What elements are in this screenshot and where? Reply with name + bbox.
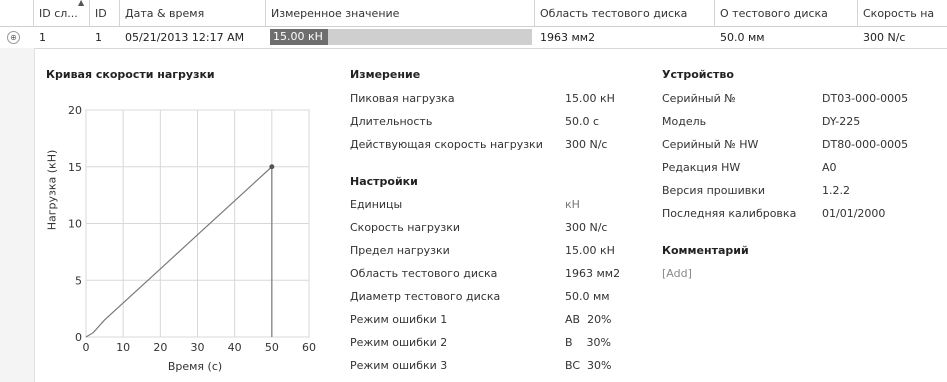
measurement-value: 50.0 с bbox=[565, 115, 600, 128]
chart-series-line bbox=[85, 165, 273, 338]
chart-y-tick-label: 20 bbox=[68, 104, 82, 117]
chart-x-tick-label: 60 bbox=[302, 341, 316, 354]
measurement-value: 15.00 кН bbox=[565, 92, 615, 105]
chart-x-tick-label: 30 bbox=[191, 341, 205, 354]
measurement-label: Действующая скорость нагрузки bbox=[350, 138, 543, 151]
settings-label: Скорость нагрузки bbox=[350, 221, 461, 234]
grid-header: ▲ ID сл... ID Дата & время Измеренное зн… bbox=[0, 0, 947, 27]
chart-y-tick-label: 10 bbox=[68, 218, 82, 231]
chart-peak-marker bbox=[269, 164, 275, 170]
device-label: Редакция HW bbox=[662, 161, 741, 174]
cell-rate: 300 N/c bbox=[863, 31, 906, 44]
chart-x-axis-label: Время (с) bbox=[167, 360, 223, 373]
chart-y-tick-label: 0 bbox=[75, 331, 82, 344]
device-title: Устройство bbox=[662, 68, 734, 81]
settings-label: Предел нагрузки bbox=[350, 244, 450, 257]
chart-x-tick-label: 0 bbox=[83, 341, 90, 354]
chart-y-axis-label: Нагрузка (кН) bbox=[45, 149, 59, 231]
settings-label: Единицы bbox=[350, 198, 403, 211]
settings-value: 1963 мм2 bbox=[565, 267, 621, 280]
device-value: 01/01/2000 bbox=[822, 207, 886, 220]
measurement-label: Пиковая нагрузка bbox=[350, 92, 455, 105]
detail-gutter bbox=[0, 48, 35, 382]
settings-label: Режим ошибки 2 bbox=[350, 336, 448, 349]
cell-datetime: 05/21/2013 12:17 AM bbox=[125, 31, 245, 44]
column-header-id-sl[interactable]: ▲ ID сл... bbox=[34, 0, 90, 26]
device-value: A0 bbox=[822, 161, 837, 174]
device-value: DT80-000-0005 bbox=[822, 138, 909, 151]
comment-title: Комментарий bbox=[662, 244, 749, 257]
chart-x-tick-label: 50 bbox=[265, 341, 279, 354]
cell-id: 1 bbox=[95, 31, 102, 44]
settings-value: кН bbox=[565, 198, 580, 211]
column-header-datetime[interactable]: Дата & время bbox=[120, 0, 266, 26]
measurement-title: Измерение bbox=[350, 68, 421, 81]
column-header-id[interactable]: ID bbox=[90, 0, 120, 26]
device-value: DY-225 bbox=[822, 115, 861, 128]
chart-x-tick-label: 10 bbox=[116, 341, 130, 354]
device-value: 1.2.2 bbox=[822, 184, 850, 197]
settings-value: 15.00 кН bbox=[565, 244, 615, 257]
column-header-measured-value[interactable]: Измеренное значение bbox=[266, 0, 535, 26]
settings-value: BC 30% bbox=[565, 359, 612, 372]
device-label: Модель bbox=[662, 115, 707, 128]
device-label: Версия прошивки bbox=[662, 184, 766, 197]
device-label: Последняя калибровка bbox=[662, 207, 797, 220]
settings-value: B 30% bbox=[565, 336, 611, 349]
settings-label: Диаметр тестового диска bbox=[350, 290, 501, 303]
settings-value: AB 20% bbox=[565, 313, 612, 326]
cell-measured-value: 15.00 кН bbox=[273, 30, 323, 43]
settings-title: Настройки bbox=[350, 175, 418, 188]
settings-label: Область тестового диска bbox=[350, 267, 498, 280]
cell-area: 1963 мм2 bbox=[540, 31, 596, 44]
device-value: DT03-000-0005 bbox=[822, 92, 909, 105]
table-row[interactable]: ⊕ 1 1 05/21/2013 12:17 AM 15.00 кН 1963 … bbox=[0, 27, 947, 49]
settings-label: Режим ошибки 1 bbox=[350, 313, 448, 326]
settings-value: 300 N/c bbox=[565, 221, 608, 234]
chart-y-tick-label: 15 bbox=[68, 161, 82, 174]
chart-y-tick-label: 5 bbox=[75, 274, 82, 287]
load-rate-chart: 0 10 20 30 40 50 60 0 5 10 15 20 bbox=[68, 104, 316, 354]
device-label: Серийный № bbox=[662, 92, 736, 105]
chart-title: Кривая скорости нагрузки bbox=[46, 68, 215, 81]
settings-value: 50.0 мм bbox=[565, 290, 610, 303]
measurement-value: 300 N/c bbox=[565, 138, 608, 151]
chart-x-tick-label: 20 bbox=[153, 341, 167, 354]
column-header-rate[interactable]: Скорость на bbox=[858, 0, 947, 26]
sort-ascending-icon: ▲ bbox=[78, 0, 85, 7]
settings-label: Режим ошибки 3 bbox=[350, 359, 448, 372]
chart-plot-area bbox=[85, 109, 310, 338]
measurement-label: Длительность bbox=[350, 115, 433, 128]
row-indicator-header bbox=[0, 0, 34, 26]
add-comment-link[interactable]: [Add] bbox=[662, 267, 692, 280]
measured-value-bar: 15.00 кН bbox=[270, 29, 532, 45]
column-header-area[interactable]: Область тестового диска bbox=[535, 0, 715, 26]
expand-row-icon[interactable]: ⊕ bbox=[7, 31, 20, 44]
device-label: Серийный № HW bbox=[662, 138, 759, 151]
column-header-diameter[interactable]: О тестового диска bbox=[715, 0, 858, 26]
cell-id-sl: 1 bbox=[39, 31, 46, 44]
cell-diameter: 50.0 мм bbox=[720, 31, 765, 44]
chart-x-tick-label: 40 bbox=[228, 341, 242, 354]
